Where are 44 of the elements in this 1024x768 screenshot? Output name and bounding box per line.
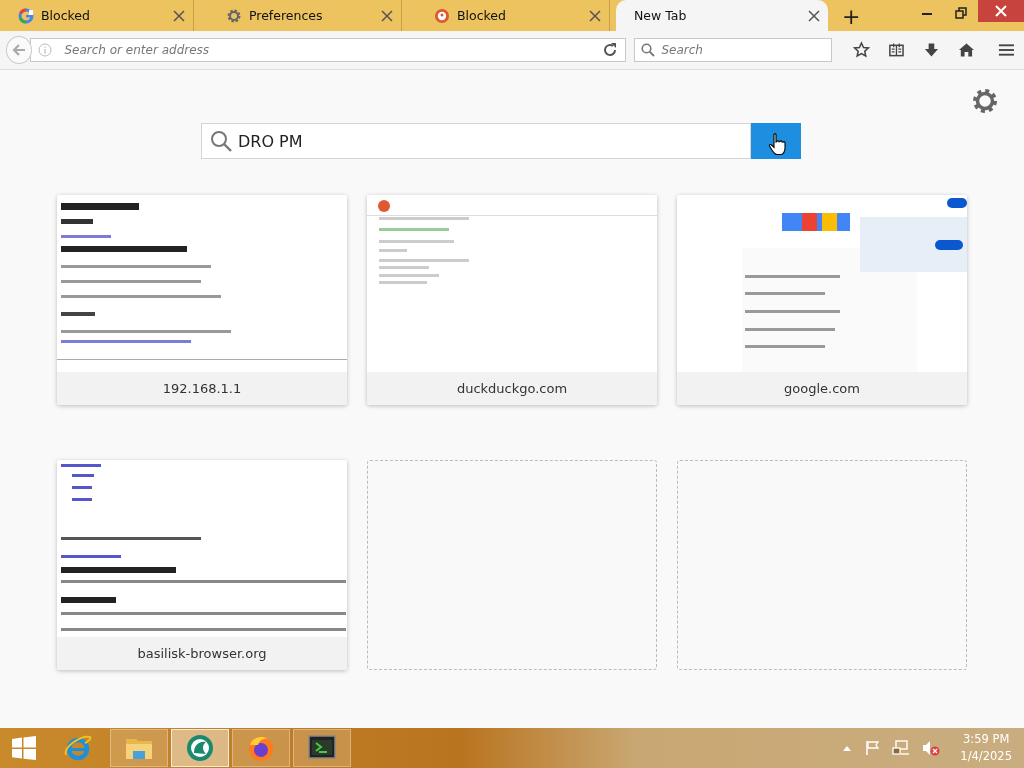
close-icon[interactable] bbox=[173, 9, 185, 22]
taskbar-app-button[interactable] bbox=[171, 729, 229, 767]
taskbar-app-button[interactable] bbox=[232, 729, 290, 767]
close-icon[interactable] bbox=[808, 9, 820, 22]
reload-icon[interactable] bbox=[602, 42, 619, 58]
tile-title: 192.168.1.1 bbox=[57, 372, 347, 405]
info-icon bbox=[38, 43, 53, 57]
basilisk-logo-icon bbox=[185, 733, 215, 763]
menu-icon[interactable] bbox=[998, 41, 1015, 59]
start-icon[interactable] bbox=[11, 735, 37, 761]
restore-icon[interactable] bbox=[955, 6, 967, 19]
tile-title: duckduckgo.com bbox=[367, 372, 657, 405]
tile-title: google.com bbox=[677, 372, 967, 405]
pointer-cursor-icon bbox=[768, 132, 786, 156]
search-icon bbox=[641, 43, 656, 57]
reading-list-icon[interactable] bbox=[888, 41, 906, 59]
site-tile[interactable]: basilisk-browser.org bbox=[57, 460, 347, 670]
address-field[interactable]: Search or enter address bbox=[30, 38, 627, 62]
gear-icon bbox=[226, 7, 242, 24]
tab[interactable]: New Tab bbox=[616, 0, 828, 31]
new-tab-button[interactable]: + bbox=[836, 3, 867, 31]
settings-icon[interactable] bbox=[972, 88, 998, 114]
duck-logo-icon bbox=[434, 7, 450, 24]
download-icon[interactable] bbox=[923, 41, 941, 59]
site-tile[interactable]: duckduckgo.com bbox=[367, 195, 657, 405]
browser-e-icon bbox=[63, 733, 93, 763]
muted-speaker-icon[interactable] bbox=[922, 740, 941, 756]
search-field[interactable]: Search bbox=[634, 38, 833, 62]
network-icon[interactable] bbox=[892, 740, 911, 756]
home-icon[interactable] bbox=[958, 41, 976, 59]
close-icon bbox=[995, 5, 1007, 17]
search-icon bbox=[210, 130, 232, 152]
tile-title: basilisk-browser.org bbox=[57, 637, 347, 670]
close-button[interactable] bbox=[978, 0, 1024, 22]
back-arrow-icon bbox=[11, 42, 28, 58]
taskbar-app-button[interactable] bbox=[293, 729, 351, 767]
bookmark-star-icon[interactable] bbox=[853, 41, 871, 59]
search-button[interactable] bbox=[751, 123, 801, 159]
site-tile[interactable]: 192.168.1.1 bbox=[57, 195, 347, 405]
search-field[interactable]: DRO PM bbox=[201, 123, 751, 159]
google-logo-icon bbox=[18, 7, 34, 24]
close-icon[interactable] bbox=[589, 9, 601, 22]
site-tile[interactable]: google.com bbox=[677, 195, 967, 405]
close-icon[interactable] bbox=[381, 9, 393, 22]
